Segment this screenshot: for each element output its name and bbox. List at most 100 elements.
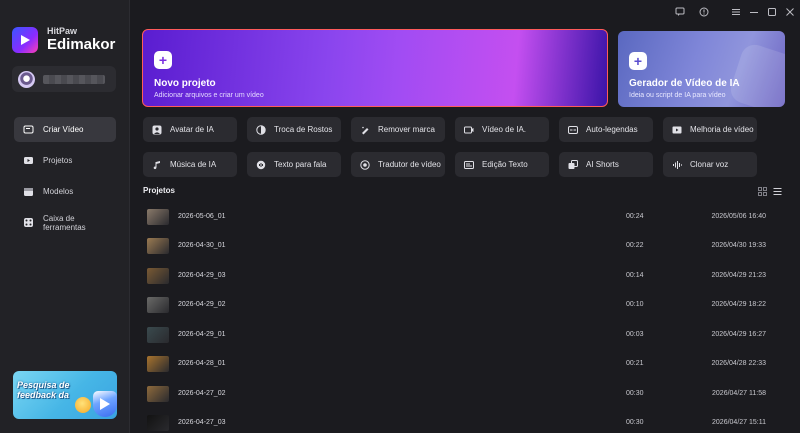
tool-melhoria-de-video[interactable]: Melhoria de vídeo	[663, 117, 757, 142]
ai-generator-title: Gerador de Vídeo de IA	[629, 78, 740, 89]
promo-text: Pesquisa de feedback da	[17, 380, 70, 400]
close-icon[interactable]	[782, 4, 798, 20]
view-toggle	[758, 187, 782, 196]
account-button[interactable]: ██████████	[12, 66, 116, 92]
tool-label: Avatar de IA	[170, 125, 214, 134]
tool-label: AI Shorts	[586, 160, 619, 169]
edimakor-logo-icon	[12, 27, 38, 53]
ai-video-icon	[464, 125, 474, 135]
project-duration: 00:03	[626, 331, 644, 338]
music-icon	[152, 160, 162, 170]
project-name: 2026-04-28_01	[178, 360, 226, 367]
sidebar-item-label: Criar Vídeo	[43, 125, 84, 134]
ai-video-generator-card[interactable]: + Gerador de Vídeo de IA Ideia ou script…	[618, 31, 785, 107]
tool-label: Auto-legendas	[586, 125, 638, 134]
sidebar-item-label: Modelos	[43, 187, 74, 196]
remove-watermark-icon	[360, 125, 370, 135]
tool-label: Texto para fala	[274, 160, 327, 169]
minimize-icon[interactable]	[746, 4, 762, 20]
tool-remover-marca[interactable]: Remover marca	[351, 117, 445, 142]
sidebar: HitPaw Edimakor ██████████ Criar Vídeo P…	[0, 0, 130, 433]
feedback-survey-banner[interactable]: Pesquisa de feedback da	[13, 371, 117, 419]
project-name: 2026-04-27_03	[178, 419, 226, 426]
play-badge-icon	[93, 391, 117, 417]
decorative-shape	[727, 41, 785, 107]
project-date: 2026/04/28 22:33	[711, 360, 767, 367]
avatar-icon	[152, 125, 162, 135]
shorts-icon	[568, 159, 578, 170]
tool-ai-shorts[interactable]: AI Shorts	[559, 152, 653, 177]
project-name: 2026-04-30_01	[178, 242, 226, 249]
project-date: 2026/04/30 19:33	[711, 242, 767, 249]
project-thumbnail	[147, 385, 169, 402]
tool-label: Música de IA	[170, 160, 217, 169]
project-date: 2026/04/29 18:22	[711, 301, 767, 308]
titlebar	[670, 0, 800, 24]
emoji-icon	[75, 397, 91, 413]
tool-label: Melhoria de vídeo	[690, 125, 754, 134]
account-name: ██████████	[43, 74, 105, 84]
plus-icon: +	[629, 52, 647, 70]
table-row[interactable]: 2026-05-06_01 00:24 2026/05/06 16:40	[143, 202, 783, 231]
tool-musica-de-ia[interactable]: Música de IA	[143, 152, 237, 177]
info-icon[interactable]	[696, 4, 712, 20]
text-edit-icon	[464, 160, 474, 170]
plus-icon: +	[154, 51, 172, 69]
project-thumbnail	[147, 296, 169, 313]
tool-clonar-voz[interactable]: Clonar voz	[663, 152, 757, 177]
tool-texto-para-fala[interactable]: Texto para fala	[247, 152, 341, 177]
project-thumbnail	[147, 237, 169, 254]
new-project-card[interactable]: + Novo projeto Adicionar arquivos e cria…	[142, 29, 608, 107]
sidebar-nav: Criar Vídeo Projetos Modelos Caixa de fe…	[14, 117, 116, 241]
tool-auto-legendas[interactable]: Auto-legendas	[559, 117, 653, 142]
tool-edicao-texto[interactable]: Edição Texto	[455, 152, 549, 177]
avatar	[18, 70, 35, 88]
project-date: 2026/04/27 11:58	[712, 390, 766, 397]
projects-header: Projetos	[143, 186, 176, 195]
table-row[interactable]: 2026-04-29_02 00:10 2026/04/29 18:22	[143, 290, 783, 319]
table-row[interactable]: 2026-04-29_01 00:03 2026/04/29 16:27	[143, 320, 783, 349]
table-row[interactable]: 2026-04-29_03 00:14 2026/04/29 21:23	[143, 261, 783, 290]
project-name: 2026-04-27_02	[178, 390, 226, 397]
list-view-icon[interactable]	[773, 187, 782, 196]
project-date: 2026/04/29 21:23	[711, 272, 767, 279]
maximize-icon[interactable]	[764, 4, 780, 20]
tool-label: Clonar voz	[690, 160, 729, 169]
sidebar-item-modelos[interactable]: Modelos	[14, 179, 116, 204]
project-thumbnail	[147, 208, 169, 225]
table-row[interactable]: 2026-04-27_03 00:30 2026/04/27 15:11	[143, 408, 783, 433]
tool-troca-de-rostos[interactable]: Troca de Rostos	[247, 117, 341, 142]
ai-generator-subtitle: Ideia ou script de IA para vídeo	[629, 92, 726, 99]
new-project-title: Novo projeto	[154, 78, 216, 89]
table-row[interactable]: 2026-04-27_02 00:30 2026/04/27 11:58	[143, 379, 783, 408]
table-row[interactable]: 2026-04-28_01 00:21 2026/04/28 22:33	[143, 349, 783, 378]
grid-view-icon[interactable]	[758, 187, 767, 196]
sidebar-item-criar-video[interactable]: Criar Vídeo	[14, 117, 116, 142]
subtitles-icon	[568, 125, 578, 135]
tool-video-de-ia[interactable]: Vídeo de IA.	[455, 117, 549, 142]
folder-icon	[23, 155, 34, 166]
tool-label: Edição Texto	[482, 160, 528, 169]
new-project-subtitle: Adicionar arquivos e criar um vídeo	[154, 92, 264, 99]
project-name: 2026-04-29_02	[178, 301, 226, 308]
sidebar-item-label: Caixa de ferramentas	[43, 213, 86, 232]
table-row[interactable]: 2026-04-30_01 00:22 2026/04/30 19:33	[143, 231, 783, 260]
tool-avatar-de-ia[interactable]: Avatar de IA	[143, 117, 237, 142]
feedback-icon[interactable]	[672, 4, 688, 20]
template-icon	[23, 186, 34, 197]
sidebar-item-projetos[interactable]: Projetos	[14, 148, 116, 173]
project-date: 2026/04/29 16:27	[711, 331, 767, 338]
enhance-icon	[672, 125, 682, 135]
voice-clone-icon	[672, 160, 682, 170]
tool-label: Vídeo de IA.	[482, 125, 527, 134]
brand-line2: Edimakor	[47, 35, 116, 53]
project-duration: 00:30	[626, 390, 644, 397]
sidebar-item-caixa-de-ferramentas[interactable]: Caixa de ferramentas	[14, 210, 116, 235]
tool-tradutor-de-video[interactable]: Tradutor de vídeo	[351, 152, 445, 177]
project-thumbnail	[147, 326, 169, 343]
sidebar-item-label: Projetos	[43, 156, 73, 165]
project-name: 2026-05-06_01	[178, 213, 226, 220]
tool-label: Tradutor de vídeo	[378, 160, 441, 169]
project-duration: 00:14	[626, 272, 644, 279]
menu-icon[interactable]	[728, 4, 744, 20]
